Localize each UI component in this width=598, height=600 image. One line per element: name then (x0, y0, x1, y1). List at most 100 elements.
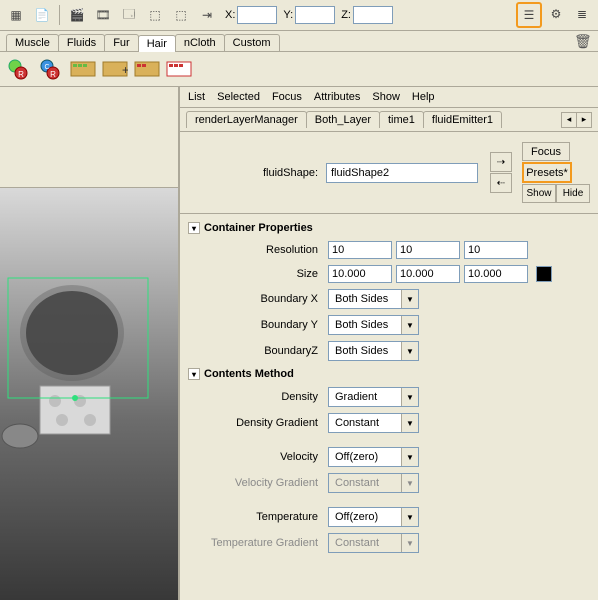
shelf-btn-1[interactable]: R (4, 55, 34, 83)
chevron-down-icon[interactable]: ▼ (401, 388, 418, 406)
boundary-x-label: Boundary X (188, 293, 324, 305)
velocity-gradient-label: Velocity Gradient (188, 477, 324, 489)
size-label: Size (188, 268, 324, 280)
size-x[interactable] (328, 265, 392, 283)
tab-custom[interactable]: Custom (224, 34, 280, 51)
z-input[interactable] (353, 6, 393, 24)
tab-hair[interactable]: Hair (138, 35, 176, 52)
coord-z: Z: (339, 6, 393, 24)
twisty-icon[interactable]: ▾ (188, 368, 200, 380)
size-z[interactable] (464, 265, 528, 283)
menu-list[interactable]: List (188, 91, 205, 103)
tab-ncloth[interactable]: nCloth (175, 34, 225, 51)
chevron-down-icon[interactable]: ▼ (401, 290, 418, 308)
temperature-gradient-dropdown: Constant▼ (328, 533, 419, 553)
x-label: X: (225, 9, 235, 21)
tab-fur[interactable]: Fur (104, 34, 139, 51)
go-out-icon[interactable]: ⇠ (490, 173, 512, 193)
svg-text:R: R (18, 70, 24, 79)
size-y[interactable] (396, 265, 460, 283)
shelf: R CR + (0, 52, 598, 87)
resolution-y[interactable] (396, 241, 460, 259)
boundary-y-dropdown[interactable]: Both Sides▼ (328, 315, 419, 335)
coord-x: X: (223, 6, 277, 24)
node-tab-2[interactable]: time1 (379, 111, 424, 128)
boundary-z-dropdown[interactable]: Both Sides▼ (328, 341, 419, 361)
x-input[interactable] (237, 6, 277, 24)
density-label: Density (188, 391, 324, 403)
svg-text:R: R (50, 70, 56, 79)
twisty-icon[interactable]: ▾ (188, 222, 200, 234)
attr-menubar: List Selected Focus Attributes Show Help (180, 87, 598, 108)
tool-icon-7[interactable]: ⬚ (169, 3, 193, 27)
boundary-x-dropdown[interactable]: Both Sides▼ (328, 289, 419, 309)
shelf-btn-3[interactable] (68, 55, 98, 83)
node-tab-0[interactable]: renderLayerManager (186, 111, 307, 128)
chevron-down-icon[interactable]: ▼ (401, 508, 418, 526)
attribute-editor-toggle-highlighted[interactable]: ☰ (516, 2, 542, 28)
temperature-label: Temperature (188, 511, 324, 523)
coord-y: Y: (281, 6, 335, 24)
z-label: Z: (341, 9, 351, 21)
velocity-dropdown[interactable]: Off(zero)▼ (328, 447, 419, 467)
tab-fluids[interactable]: Fluids (58, 34, 105, 51)
svg-text:+: + (122, 63, 128, 77)
tool-icon-3[interactable]: 🎬 (65, 3, 89, 27)
tool-icon-2[interactable]: 📄 (30, 3, 54, 27)
section-container-properties[interactable]: ▾ Container Properties (186, 218, 596, 238)
tab-scroll-left[interactable]: ◂ (561, 112, 577, 128)
chevron-down-icon[interactable]: ▼ (401, 342, 418, 360)
temperature-dropdown[interactable]: Off(zero)▼ (328, 507, 419, 527)
menu-show[interactable]: Show (372, 91, 400, 103)
attribute-editor: List Selected Focus Attributes Show Help… (180, 87, 598, 600)
node-tab-3[interactable]: fluidEmitter1 (423, 111, 502, 128)
tool-icon-1[interactable]: ▦ (4, 3, 28, 27)
hide-button[interactable]: Hide (556, 184, 590, 203)
show-button[interactable]: Show (522, 184, 556, 203)
chevron-down-icon[interactable]: ▼ (401, 316, 418, 334)
velocity-gradient-dropdown: Constant▼ (328, 473, 419, 493)
channel-box-icon[interactable]: ≣ (570, 2, 594, 26)
y-input[interactable] (295, 6, 335, 24)
temperature-gradient-label: Temperature Gradient (188, 537, 324, 549)
tool-settings-icon[interactable]: ⚙ (544, 2, 568, 26)
trash-icon[interactable]: 🗑 (574, 33, 592, 51)
node-name-input[interactable] (326, 163, 478, 183)
menu-attributes[interactable]: Attributes (314, 91, 360, 103)
chevron-down-icon[interactable]: ▼ (401, 448, 418, 466)
chevron-down-icon: ▼ (401, 474, 418, 492)
attr-scroll[interactable]: ▾ Container Properties Resolution Size B… (180, 214, 598, 600)
tool-icon-5[interactable]: 🗔 (117, 3, 141, 27)
density-dropdown[interactable]: Gradient▼ (328, 387, 419, 407)
shelf-btn-4[interactable]: + (100, 55, 130, 83)
shelf-btn-5[interactable] (132, 55, 162, 83)
menu-help[interactable]: Help (412, 91, 435, 103)
tool-icon-6[interactable]: ⬚ (143, 3, 167, 27)
node-tab-1[interactable]: Both_Layer (306, 111, 380, 128)
focus-button[interactable]: Focus (522, 142, 570, 161)
menu-focus[interactable]: Focus (272, 91, 302, 103)
size-swatch-icon[interactable] (536, 266, 552, 282)
presets-button[interactable]: Presets* (522, 162, 572, 183)
main-toolbar: ▦ 📄 🎬 🎞 🗔 ⬚ ⬚ ⇥ X: Y: Z: ☰ ⚙ ≣ (0, 0, 598, 31)
density-gradient-label: Density Gradient (188, 417, 324, 429)
resolution-x[interactable] (328, 241, 392, 259)
shelf-btn-2[interactable]: CR (36, 55, 66, 83)
go-in-icon[interactable]: ⇢ (490, 152, 512, 172)
node-name-label: fluidShape: (248, 167, 318, 179)
shelf-btn-6[interactable] (164, 55, 194, 83)
density-gradient-dropdown[interactable]: Constant▼ (328, 413, 419, 433)
shelf-tabs: Muscle Fluids Fur Hair nCloth Custom 🗑 (0, 31, 598, 52)
section-contents-method[interactable]: ▾ Contents Method (186, 364, 596, 384)
chevron-down-icon[interactable]: ▼ (401, 414, 418, 432)
tool-icon-8[interactable]: ⇥ (195, 3, 219, 27)
tab-muscle[interactable]: Muscle (6, 34, 59, 51)
y-label: Y: (283, 9, 293, 21)
tab-scroll-right[interactable]: ▸ (576, 112, 592, 128)
node-tabs: renderLayerManager Both_Layer time1 flui… (180, 108, 598, 132)
boundary-y-label: Boundary Y (188, 319, 324, 331)
tool-icon-4[interactable]: 🎞 (91, 3, 115, 27)
menu-selected[interactable]: Selected (217, 91, 260, 103)
resolution-z[interactable] (464, 241, 528, 259)
viewport-3d[interactable] (0, 188, 178, 600)
